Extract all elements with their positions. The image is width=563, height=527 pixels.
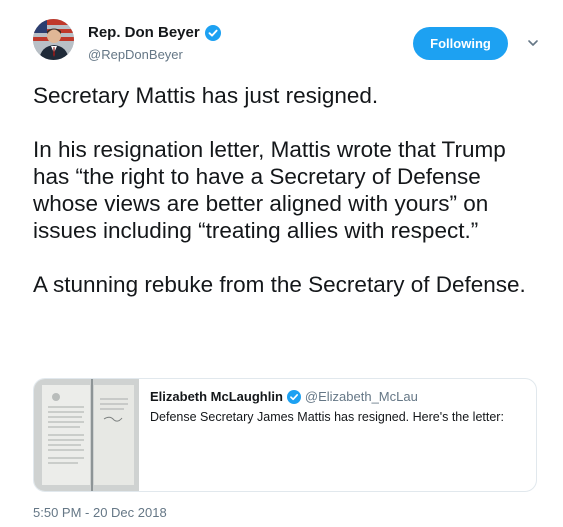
tweet-timestamp[interactable]: 5:50 PM - 20 Dec 2018 — [33, 505, 167, 520]
verified-badge-icon — [204, 24, 221, 41]
author-name-row: Rep. Don Beyer — [88, 24, 221, 41]
chevron-down-icon[interactable] — [526, 36, 540, 50]
quoted-tweet-text: Defense Secretary James Mattis has resig… — [150, 410, 504, 424]
author-avatar[interactable] — [33, 19, 74, 60]
following-button[interactable]: Following — [413, 27, 508, 60]
quoted-author-handle[interactable]: @Elizabeth_McLau — [305, 389, 418, 404]
tweet-header: Rep. Don Beyer @RepDonBeyer Following — [33, 19, 543, 69]
quoted-tweet-image[interactable] — [34, 379, 139, 491]
quoted-tweet-header: Elizabeth McLaughlin @Elizabeth_McLau — [150, 389, 418, 404]
verified-badge-icon — [286, 389, 301, 404]
author-handle[interactable]: @RepDonBeyer — [88, 47, 183, 62]
author-display-name[interactable]: Rep. Don Beyer — [88, 24, 200, 41]
tweet-text: Secretary Mattis has just resigned. In h… — [33, 83, 526, 297]
quoted-author-name[interactable]: Elizabeth McLaughlin — [150, 389, 283, 404]
letter-photo-image — [34, 379, 139, 491]
quoted-tweet-card[interactable]: Elizabeth McLaughlin @Elizabeth_McLau De… — [33, 378, 537, 492]
avatar-image — [33, 19, 74, 60]
